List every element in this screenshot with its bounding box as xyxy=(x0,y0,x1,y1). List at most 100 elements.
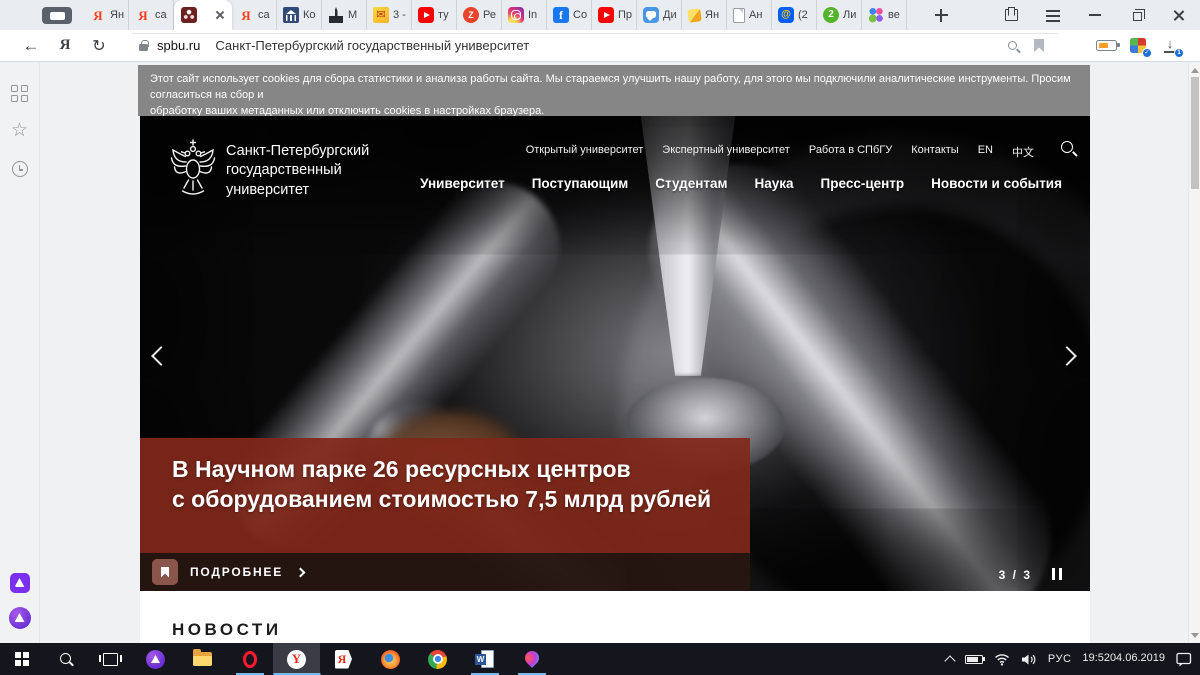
tray-expand-button[interactable] xyxy=(944,654,956,667)
scrollbar-thumb[interactable] xyxy=(1190,77,1199,189)
browser-tab[interactable]: ве xyxy=(862,0,907,30)
taskbar-maps[interactable] xyxy=(508,643,555,675)
nav-jobs[interactable]: Работа в СПбГУ xyxy=(809,144,892,160)
nav-press-center[interactable]: Пресс-центр xyxy=(821,176,905,191)
clock-widget[interactable]: 19:52 04.06.2019 xyxy=(1082,652,1165,666)
action-center-button[interactable] xyxy=(1176,652,1192,667)
carousel-next-button[interactable] xyxy=(1057,346,1082,368)
address-bar[interactable]: spbu.ru Санкт-Петербургский государствен… xyxy=(128,34,1070,58)
battery-saver-extension[interactable] xyxy=(1090,33,1122,59)
plus-icon xyxy=(934,8,948,22)
hamburger-menu-icon xyxy=(1046,10,1060,12)
nav-contacts[interactable]: Контакты xyxy=(911,144,959,160)
browser-menu-button[interactable] xyxy=(1032,0,1074,30)
carousel-prev-button[interactable] xyxy=(148,346,171,368)
tray-wifi[interactable] xyxy=(994,653,1010,666)
nav-lang-zh[interactable]: 中文 xyxy=(1012,144,1034,160)
restore-button[interactable] xyxy=(1116,0,1158,30)
browser-tab[interactable]: Ди xyxy=(637,0,682,30)
url-domain: spbu.ru xyxy=(157,38,201,53)
firefox-icon xyxy=(381,649,400,669)
screen: Я Ян Я са Я са Ко М ✉ 3 - ту Z Ре In f С… xyxy=(0,0,1200,675)
scroll-up-arrow-icon[interactable] xyxy=(1191,68,1199,73)
taskbar-chrome[interactable] xyxy=(414,643,461,675)
spbu-emblem-icon[interactable] xyxy=(168,136,218,198)
taskbar-opera[interactable] xyxy=(226,643,273,675)
bookmark-panel-icon xyxy=(1004,9,1018,21)
browser-tab[interactable]: In xyxy=(502,0,547,30)
taskbar-alice[interactable] xyxy=(132,643,179,675)
browser-tab[interactable]: @ (2 xyxy=(772,0,817,30)
search-icon xyxy=(59,652,74,667)
nav-news-events[interactable]: Новости и события xyxy=(931,176,1062,191)
scroll-down-arrow-icon[interactable] xyxy=(1191,633,1199,638)
browser-tab[interactable]: М xyxy=(322,0,367,30)
browser-tab[interactable]: Z Ре xyxy=(457,0,502,30)
new-tab-button[interactable] xyxy=(928,4,954,26)
more-link[interactable]: ПОДРОБНЕЕ xyxy=(190,565,283,579)
back-button[interactable] xyxy=(14,33,48,59)
winrar-badge: ✓ xyxy=(1142,47,1152,58)
taskbar-firefox[interactable] xyxy=(367,643,414,675)
site-logo-text[interactable]: Санкт-Петербургский государственный унив… xyxy=(226,142,369,200)
winrar-extension[interactable]: ✓ xyxy=(1122,33,1154,59)
tab-panel-button[interactable] xyxy=(990,0,1032,30)
browser-tab[interactable]: ту xyxy=(412,0,457,30)
browser-tab[interactable]: ✉ 3 - xyxy=(367,0,412,30)
tray-date: 04.06.2019 xyxy=(1109,652,1165,665)
browser-tab-bar: Я Ян Я са Я са Ко М ✉ 3 - ту Z Ре In f С… xyxy=(0,0,1200,30)
task-view-button[interactable] xyxy=(88,643,132,675)
collections-button[interactable] xyxy=(9,573,30,593)
yandex-app-icon: Я xyxy=(335,649,352,669)
tab-close-icon[interactable] xyxy=(215,10,225,20)
browser-tab[interactable]: Ян xyxy=(682,0,727,30)
page-scrollbar[interactable] xyxy=(1188,63,1200,643)
alice-assistant-button[interactable] xyxy=(8,607,31,629)
nav-expert-university[interactable]: Экспертный университет xyxy=(662,144,790,160)
minimize-button[interactable] xyxy=(1074,0,1116,30)
nav-students[interactable]: Студентам xyxy=(655,176,727,191)
browser-workspace: Этот сайт использует cookies для сбора с… xyxy=(0,63,1200,643)
refresh-button[interactable] xyxy=(82,33,116,59)
bookmark-button[interactable] xyxy=(152,559,178,585)
taskbar-yandex-app[interactable]: Я xyxy=(320,643,367,675)
yandex-home-button[interactable]: Я xyxy=(48,33,82,59)
taskbar-search-button[interactable] xyxy=(44,643,88,675)
wifi-icon xyxy=(994,653,1009,666)
nav-lang-en[interactable]: EN xyxy=(978,144,993,160)
browser-tab[interactable]: f Со xyxy=(547,0,592,30)
tray-volume[interactable] xyxy=(1021,653,1037,666)
carousel-pause-button[interactable] xyxy=(1051,568,1062,580)
taskbar-word[interactable]: W xyxy=(461,643,508,675)
browser-tab[interactable]: Ко xyxy=(277,0,322,30)
history-button[interactable] xyxy=(10,159,30,179)
minimize-icon xyxy=(1089,14,1101,16)
browser-tab[interactable]: Я са xyxy=(129,0,174,30)
nav-science[interactable]: Наука xyxy=(755,176,794,191)
tray-battery[interactable] xyxy=(964,654,986,664)
browser-tab[interactable]: 2 Ли xyxy=(817,0,862,30)
search-icon[interactable] xyxy=(1008,41,1017,50)
nav-university[interactable]: Университет xyxy=(420,176,505,191)
nav-applicants[interactable]: Поступающим xyxy=(532,176,629,191)
chevron-right-small-icon[interactable] xyxy=(295,567,306,577)
taskbar-yandex-browser[interactable]: Y xyxy=(273,643,320,675)
close-button[interactable] xyxy=(1158,0,1200,30)
bookmarks-button[interactable] xyxy=(10,121,30,141)
zen-favicon: Z xyxy=(463,7,479,23)
downloads-button[interactable]: 1 xyxy=(1154,33,1186,59)
bookmark-flag-icon[interactable] xyxy=(1034,39,1044,52)
language-indicator[interactable]: РУС xyxy=(1048,653,1072,665)
nav-open-university[interactable]: Открытый университет xyxy=(526,144,644,160)
browser-tab[interactable]: Я Ян xyxy=(84,0,129,30)
browser-tab[interactable]: Я са xyxy=(232,0,277,30)
tablo-sidebar-toggle-button[interactable] xyxy=(42,7,72,24)
browser-tab-active-spbu[interactable] xyxy=(174,0,232,30)
taskbar-file-explorer[interactable] xyxy=(179,643,226,675)
alice-icon xyxy=(146,649,165,669)
browser-tab[interactable]: Ан xyxy=(727,0,772,30)
browser-tab[interactable]: Пр xyxy=(592,0,637,30)
tablo-grid-button[interactable] xyxy=(10,83,30,103)
site-search-icon[interactable] xyxy=(1060,140,1078,158)
start-button[interactable] xyxy=(0,643,44,675)
